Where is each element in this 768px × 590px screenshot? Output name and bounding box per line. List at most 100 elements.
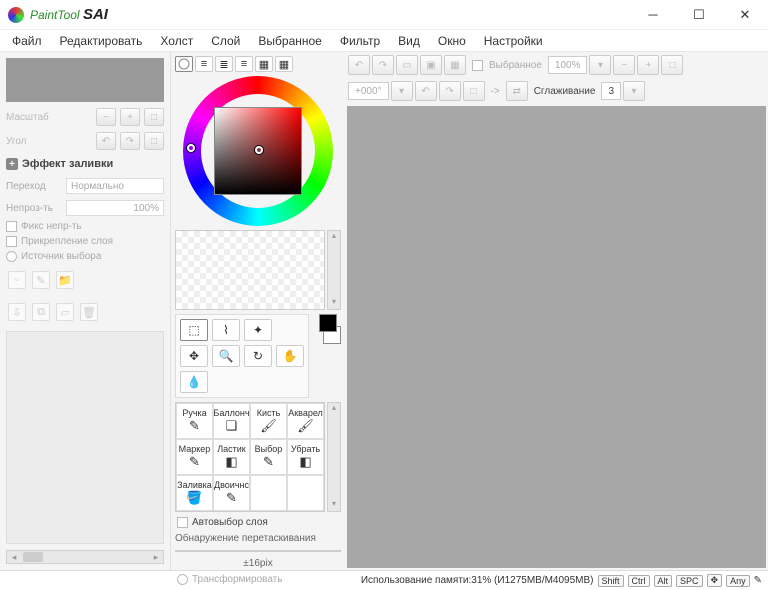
close-button[interactable]: ✕ bbox=[722, 0, 768, 30]
hand-tool[interactable]: ✋ bbox=[276, 345, 304, 367]
menu-window[interactable]: Окно bbox=[438, 34, 466, 48]
auto-select-layer-checkbox[interactable] bbox=[177, 517, 188, 528]
color-wheel[interactable] bbox=[175, 76, 341, 226]
color-hsv-tab[interactable]: ≣ bbox=[215, 56, 233, 72]
brush-watercolor[interactable]: Акварел🖌 bbox=[287, 403, 324, 439]
menu-canvas[interactable]: Холст bbox=[160, 34, 193, 48]
rotate-reset-canvas[interactable]: □ bbox=[463, 81, 485, 101]
layer-hscroll[interactable]: ◂ ▸ bbox=[6, 550, 164, 564]
new-linework-button[interactable]: ✎ bbox=[32, 271, 50, 289]
brush-selpen[interactable]: Выбор✎ bbox=[250, 439, 287, 475]
fg-color-icon bbox=[319, 314, 337, 332]
sv-cursor-icon[interactable] bbox=[255, 146, 263, 154]
brush-empty[interactable] bbox=[250, 475, 287, 511]
deselect-button[interactable]: ▭ bbox=[396, 55, 418, 75]
key-alt: Alt bbox=[654, 575, 673, 587]
lock-opacity-checkbox[interactable] bbox=[6, 221, 17, 232]
color-wheel-tab[interactable] bbox=[175, 56, 193, 72]
smoothing-dropdown[interactable]: ▾ bbox=[623, 81, 645, 101]
brush-pen[interactable]: Ручка✎ bbox=[176, 403, 213, 439]
menu-filter[interactable]: Фильтр bbox=[340, 34, 380, 48]
zoom-tool[interactable]: 🔍 bbox=[212, 345, 240, 367]
scroll-thumb[interactable] bbox=[23, 552, 43, 562]
menu-file[interactable]: Файл bbox=[12, 34, 42, 48]
zoom-in-button[interactable]: + bbox=[120, 108, 140, 126]
zoom-fit-button[interactable]: □ bbox=[144, 108, 164, 126]
brush-marker[interactable]: Маркер✎ bbox=[176, 439, 213, 475]
angle-label: Угол bbox=[6, 136, 92, 147]
transfer-down-button[interactable]: ⇩ bbox=[8, 303, 26, 321]
opacity-value[interactable]: 100% bbox=[66, 200, 164, 216]
brush-binary[interactable]: Двоичнс✎ bbox=[213, 475, 250, 511]
menu-settings[interactable]: Настройки bbox=[484, 34, 543, 48]
brush-brush[interactable]: Кисть🖌 bbox=[250, 403, 287, 439]
rotate-reset-button[interactable]: □ bbox=[144, 132, 164, 150]
eyedropper-tool[interactable]: 💧 bbox=[180, 371, 208, 393]
navigator-thumbnail[interactable] bbox=[6, 58, 164, 102]
color-mixer-tab[interactable]: ≡ bbox=[235, 56, 253, 72]
brush-airbrush[interactable]: Баллонч❏ bbox=[213, 403, 250, 439]
brush-empty[interactable] bbox=[287, 475, 324, 511]
hue-cursor-icon[interactable] bbox=[187, 144, 195, 152]
brush-selerase[interactable]: Убрать◧ bbox=[287, 439, 324, 475]
new-layer-button[interactable]: ▫ bbox=[8, 271, 26, 289]
move-tool[interactable]: ✥ bbox=[180, 345, 208, 367]
color-scratchpad-tab[interactable]: ▦ bbox=[275, 56, 293, 72]
zoom-dropdown[interactable]: ▾ bbox=[589, 55, 611, 75]
fill-effect-header[interactable]: + Эффект заливки bbox=[4, 154, 166, 174]
show-select-button[interactable]: ▦ bbox=[444, 55, 466, 75]
menubar: Файл Редактировать Холст Слой Выбранное … bbox=[0, 30, 768, 52]
redo-button[interactable]: ↷ bbox=[372, 55, 394, 75]
zoom-in-canvas[interactable]: + bbox=[637, 55, 659, 75]
blend-mode-select[interactable]: Нормально bbox=[66, 178, 164, 194]
lasso-tool[interactable]: ⌇ bbox=[212, 319, 240, 341]
color-swatches-tab[interactable]: ▦ bbox=[255, 56, 273, 72]
transform-radio[interactable] bbox=[177, 574, 188, 585]
brush-eraser[interactable]: Ластик◧ bbox=[213, 439, 250, 475]
merge-down-button[interactable]: ⧉ bbox=[32, 303, 50, 321]
smoothing-value[interactable]: 3 bbox=[601, 82, 621, 100]
layer-list[interactable] bbox=[6, 331, 164, 544]
brush-bucket[interactable]: Заливка🪣 bbox=[176, 475, 213, 511]
menu-selection[interactable]: Выбранное bbox=[258, 34, 321, 48]
clear-layer-button[interactable]: ▱ bbox=[56, 303, 74, 321]
rotate-tool[interactable]: ↻ bbox=[244, 345, 272, 367]
rect-select-tool[interactable]: ⬚ bbox=[180, 319, 208, 341]
invert-select-button[interactable]: ▣ bbox=[420, 55, 442, 75]
menu-view[interactable]: Вид bbox=[398, 34, 420, 48]
brush-vscroll[interactable]: ▴▾ bbox=[327, 402, 341, 512]
show-selection-checkbox[interactable] bbox=[472, 60, 483, 71]
zoom-value[interactable]: 100% bbox=[548, 56, 588, 74]
drag-detect-slider[interactable] bbox=[175, 550, 341, 552]
rotate-ccw-canvas[interactable]: ↶ bbox=[415, 81, 437, 101]
magic-wand-tool[interactable]: ✦ bbox=[244, 319, 272, 341]
rotate-ccw-button[interactable]: ↶ bbox=[96, 132, 116, 150]
sv-box[interactable] bbox=[214, 107, 302, 195]
angle-value[interactable]: +000° bbox=[348, 82, 389, 100]
selection-source-radio[interactable] bbox=[6, 251, 17, 262]
scratchpad-vscroll[interactable]: ▴▾ bbox=[327, 230, 341, 310]
zoom-fit-canvas[interactable]: □ bbox=[661, 55, 683, 75]
canvas-area[interactable] bbox=[347, 106, 766, 568]
menu-layer[interactable]: Слой bbox=[211, 34, 240, 48]
color-rgb-tab[interactable]: ≡ bbox=[195, 56, 213, 72]
minimize-button[interactable]: ─ bbox=[630, 0, 676, 30]
drag-detect-label: Обнаружение перетаскивания bbox=[175, 533, 341, 544]
new-folder-button[interactable]: 📁 bbox=[56, 271, 74, 289]
maximize-button[interactable]: ☐ bbox=[676, 0, 722, 30]
transform-label: Трансформировать bbox=[192, 574, 282, 585]
flip-button[interactable]: ⇄ bbox=[506, 81, 528, 101]
zoom-out-canvas[interactable]: − bbox=[613, 55, 635, 75]
zoom-out-button[interactable]: − bbox=[96, 108, 116, 126]
rotate-cw-canvas[interactable]: ↷ bbox=[439, 81, 461, 101]
clip-layer-checkbox[interactable] bbox=[6, 236, 17, 247]
scratchpad[interactable] bbox=[175, 230, 325, 310]
angle-dropdown[interactable]: ▾ bbox=[391, 81, 413, 101]
fg-bg-swatch[interactable] bbox=[319, 314, 341, 344]
titlebar: PaintTool SAI ─ ☐ ✕ bbox=[0, 0, 768, 30]
undo-button[interactable]: ↶ bbox=[348, 55, 370, 75]
delete-layer-button[interactable]: 🗑 bbox=[80, 303, 98, 321]
right-panel: ↶ ↷ ▭ ▣ ▦ Выбранное 100% ▾ − + □ +000° ▾… bbox=[345, 52, 768, 570]
menu-edit[interactable]: Редактировать bbox=[60, 34, 143, 48]
rotate-cw-button[interactable]: ↷ bbox=[120, 132, 140, 150]
